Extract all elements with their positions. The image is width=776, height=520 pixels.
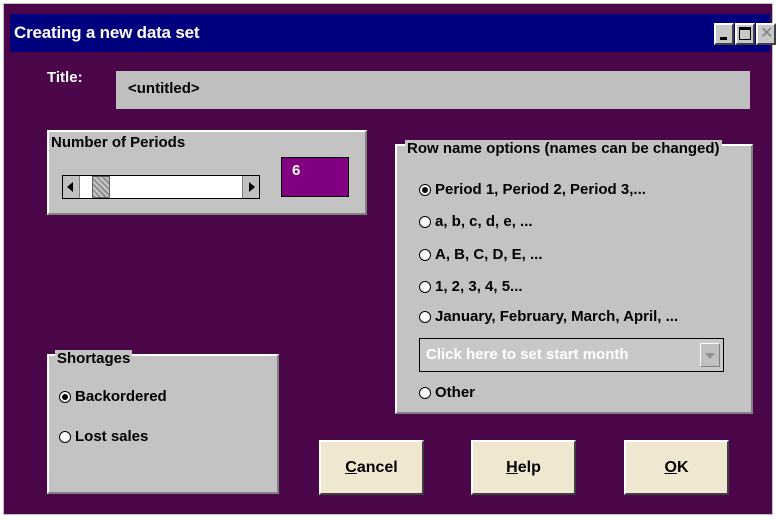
periods-value-box[interactable]: 6 xyxy=(281,157,349,197)
close-icon[interactable]: ✕ xyxy=(756,23,776,45)
radio-row-period[interactable]: Period 1, Period 2, Period 3,... xyxy=(419,181,646,198)
periods-label: Number of Periods xyxy=(51,134,186,151)
periods-panel: Number of Periods 6 xyxy=(47,130,367,215)
radio-dot xyxy=(419,280,431,293)
radio-dot xyxy=(419,248,431,261)
radio-label: Period 1, Period 2, Period 3,... xyxy=(435,181,646,198)
radio-row-numbers[interactable]: 1, 2, 3, 4, 5... xyxy=(419,278,523,295)
radio-row-uppercase[interactable]: A, B, C, D, E, ... xyxy=(419,246,543,263)
arrow-right-icon[interactable] xyxy=(242,176,259,198)
radio-label: Other xyxy=(435,384,476,401)
radio-label: Backordered xyxy=(75,388,167,405)
radio-label: a, b, c, d, e, ... xyxy=(435,213,533,230)
cancel-button[interactable]: Cancel xyxy=(319,440,424,495)
start-month-placeholder: Click here to set start month xyxy=(426,346,629,363)
help-button[interactable]: Help xyxy=(471,440,576,495)
start-month-dropdown[interactable]: Click here to set start month xyxy=(419,338,724,372)
title-input-value: <untitled> xyxy=(128,80,200,97)
radio-row-lowercase[interactable]: a, b, c, d, e, ... xyxy=(419,213,533,230)
cancel-mnemonic: C xyxy=(345,458,357,476)
radio-label: A, B, C, D, E, ... xyxy=(435,246,543,263)
radio-row-months[interactable]: January, February, March, April, ... xyxy=(419,308,678,325)
chevron-down-icon[interactable] xyxy=(700,343,720,367)
radio-row-other[interactable]: Other xyxy=(419,384,475,401)
radio-dot xyxy=(419,183,431,196)
periods-value: 6 xyxy=(292,162,301,179)
minimize-icon[interactable] xyxy=(714,23,734,45)
radio-dot xyxy=(419,386,431,399)
radio-label: Lost sales xyxy=(75,428,149,445)
dialog-window: Creating a new data set ✕ Title: <untitl… xyxy=(3,3,776,515)
row-name-options-legend: Row name options (names can be changed) xyxy=(405,140,722,157)
close-glyph: ✕ xyxy=(760,23,774,42)
radio-lost-sales[interactable]: Lost sales xyxy=(59,428,148,445)
ok-label: K xyxy=(676,458,689,476)
radio-backordered[interactable]: Backordered xyxy=(59,388,167,405)
help-label: elp xyxy=(517,458,541,476)
title-input[interactable]: <untitled> xyxy=(116,71,750,109)
title-bar: Creating a new data set ✕ xyxy=(10,14,776,52)
radio-label: January, February, March, April, ... xyxy=(435,308,679,325)
radio-label: 1, 2, 3, 4, 5... xyxy=(435,278,523,295)
title-label: Title: xyxy=(47,69,83,86)
radio-dot xyxy=(59,390,71,403)
periods-slider[interactable] xyxy=(62,175,260,199)
window-title: Creating a new data set xyxy=(14,23,200,42)
slider-thumb[interactable] xyxy=(92,176,110,198)
shortages-legend: Shortages xyxy=(55,350,133,367)
arrow-left-icon[interactable] xyxy=(63,176,80,198)
help-mnemonic: H xyxy=(506,458,518,476)
maximize-icon[interactable] xyxy=(735,23,755,45)
ok-button[interactable]: OK xyxy=(624,440,729,495)
row-name-options-panel: Row name options (names can be changed) … xyxy=(395,140,753,414)
radio-dot xyxy=(59,430,71,443)
shortages-panel: Shortages Backordered Lost sales xyxy=(47,350,279,494)
cancel-label: ancel xyxy=(356,458,398,476)
ok-mnemonic: O xyxy=(664,458,677,476)
radio-dot xyxy=(419,310,431,323)
radio-dot xyxy=(419,215,431,228)
